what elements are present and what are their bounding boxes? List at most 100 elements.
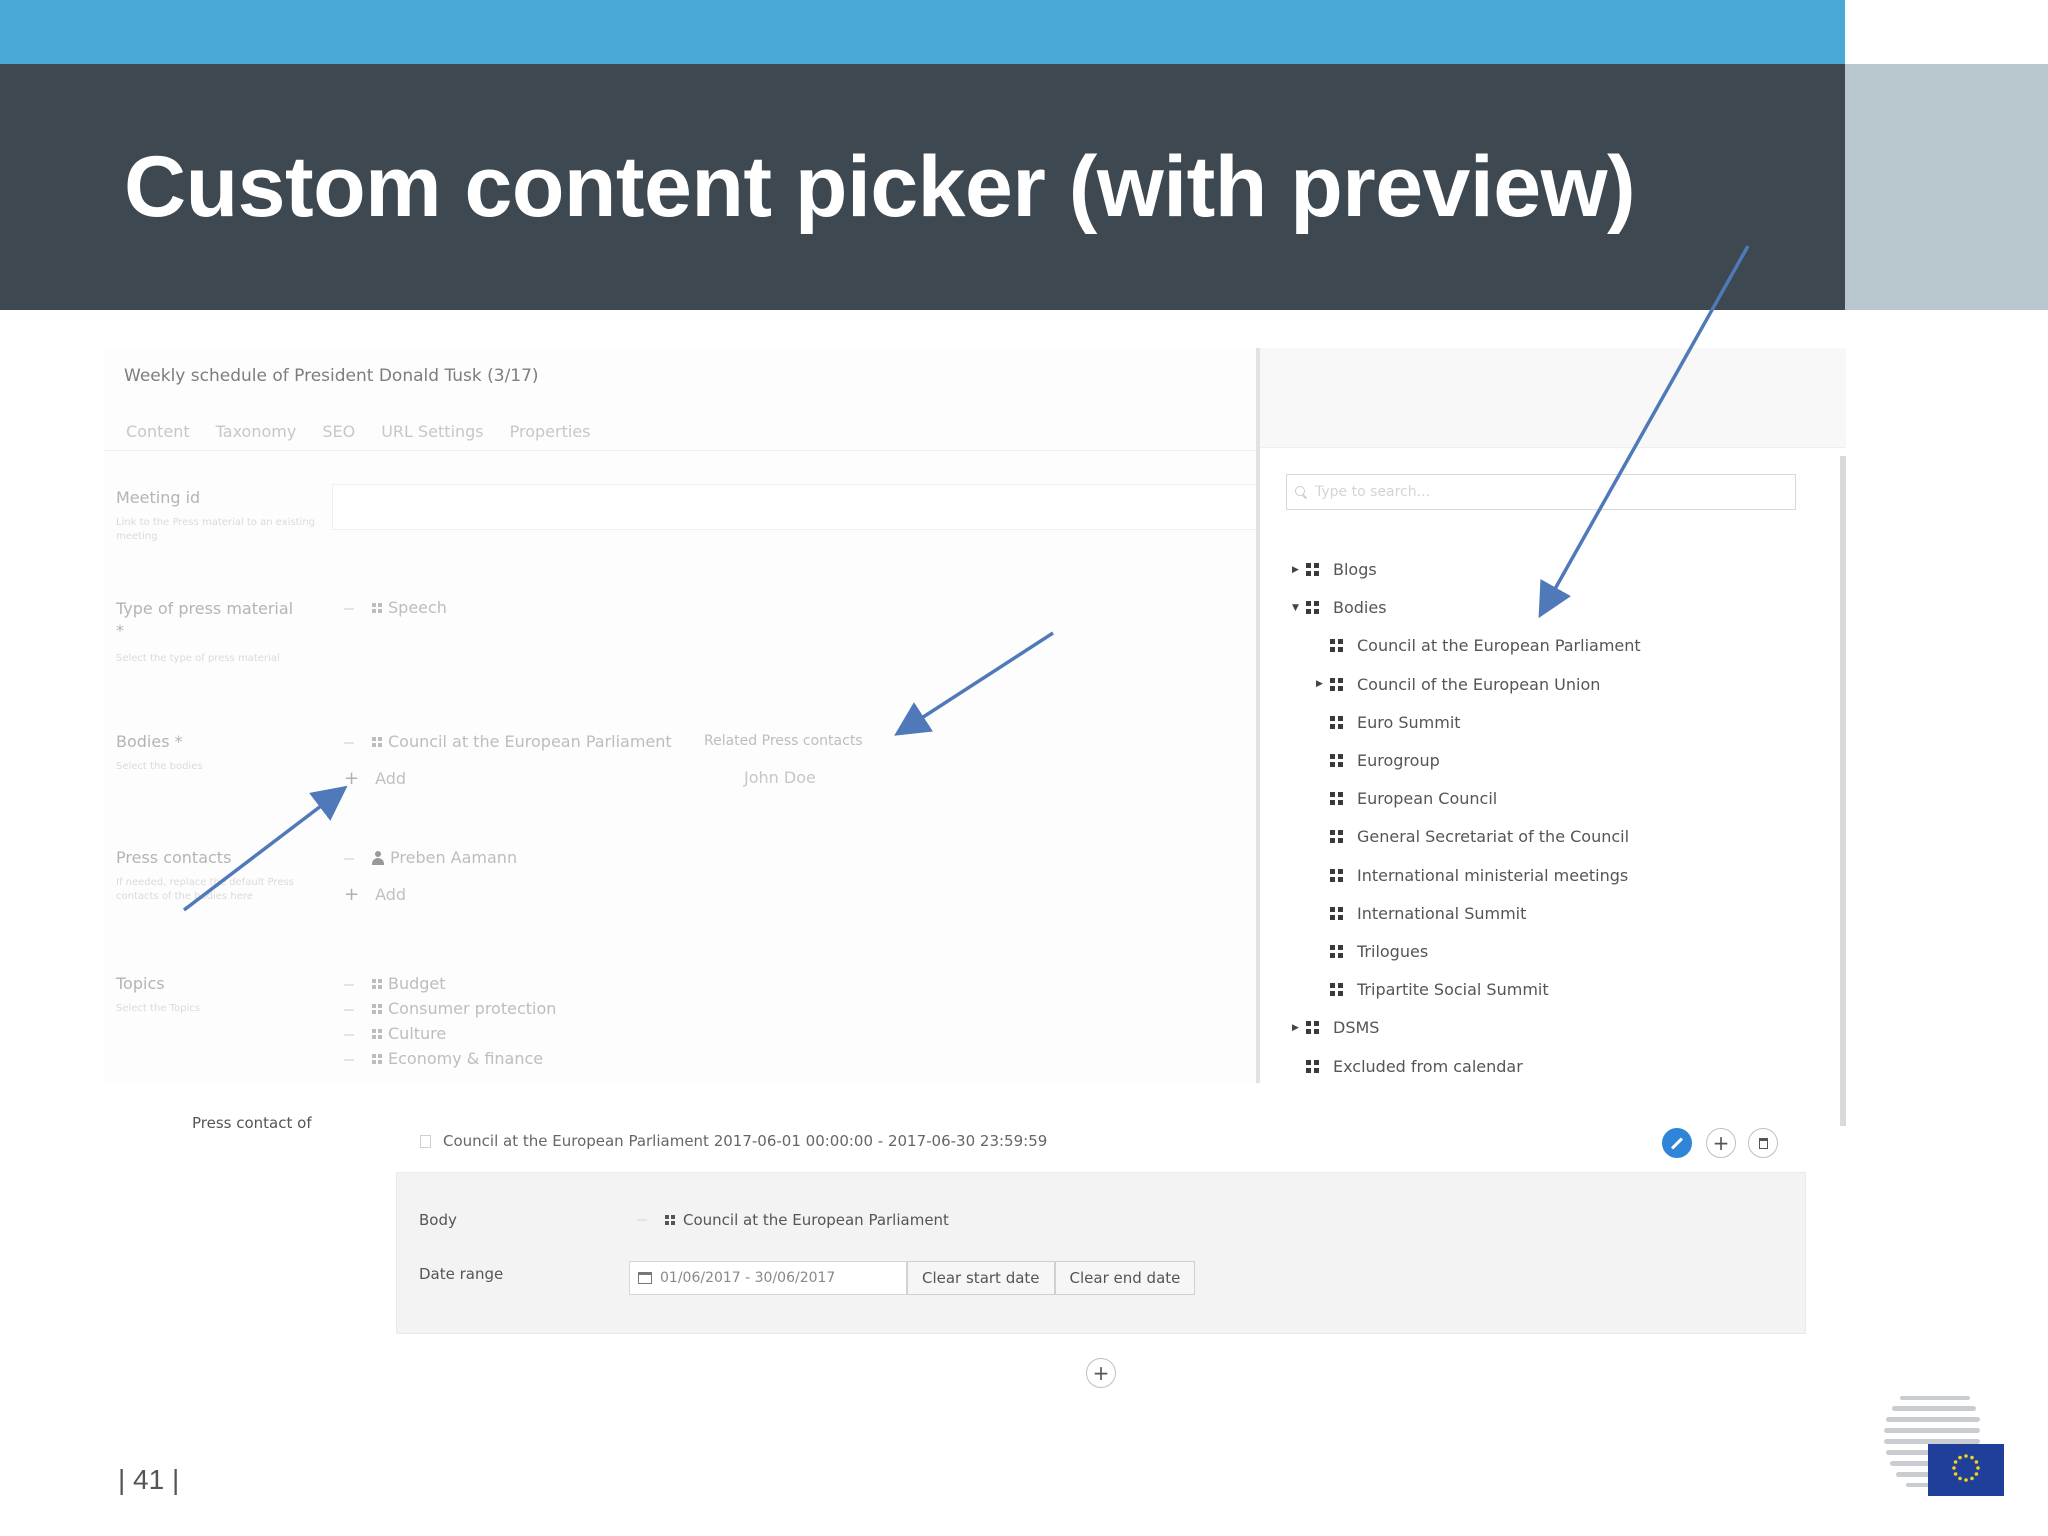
press-contacts-help: If needed, replace the default Press con…: [116, 877, 294, 902]
caret-right-icon[interactable]: ▶: [1292, 1023, 1306, 1033]
tree-item-label: Council of the European Union: [1357, 674, 1601, 694]
content-grid-icon: [665, 1215, 675, 1225]
clear-end-date-button[interactable]: Clear end date: [1054, 1261, 1196, 1295]
page-number: | 41 |: [118, 1464, 180, 1495]
eu-flag-icon: [1928, 1444, 2004, 1496]
press-type-help: Select the type of press material: [116, 653, 280, 664]
meeting-id-label: Meeting id: [116, 488, 201, 507]
content-grid-icon: [1330, 715, 1343, 729]
delete-button[interactable]: [1748, 1128, 1778, 1158]
topics-help: Select the Topics: [116, 1003, 200, 1014]
topic-item: Economy & finance: [372, 1049, 543, 1068]
bodies-help: Select the bodies: [116, 761, 203, 772]
remove-press-contact[interactable]: [344, 858, 354, 860]
picker-header: [1260, 348, 1846, 448]
tree-item-label: Trilogues: [1357, 942, 1429, 961]
content-grid-icon: [1330, 983, 1343, 997]
tree-item[interactable]: Eurogroup: [1316, 751, 1440, 770]
cms-editor: Weekly schedule of President Donald Tusk…: [104, 348, 1264, 1083]
tab-seo[interactable]: SEO: [322, 422, 355, 441]
content-grid-icon: [372, 736, 382, 747]
plus-icon: +: [344, 768, 360, 789]
date-range-input[interactable]: 01/06/2017 - 30/06/2017: [629, 1261, 907, 1295]
tree-item-label: DSMS: [1333, 1018, 1380, 1038]
tree-item[interactable]: ▶ DSMS: [1292, 1018, 1379, 1037]
tree-item-label: Tripartite Social Summit: [1357, 980, 1549, 1000]
bodies-value: Council at the European Parliament: [372, 732, 672, 751]
add-press-contact-link[interactable]: + Add: [344, 884, 406, 905]
press-contact-of-row: Council at the European Parliament 2017-…: [420, 1132, 1047, 1150]
caret-down-icon[interactable]: ▼: [1292, 603, 1306, 613]
content-grid-icon: [1330, 677, 1343, 691]
person-icon: [372, 850, 384, 865]
date-range-group: 01/06/2017 - 30/06/2017 Clear start date…: [629, 1261, 1196, 1295]
content-grid-icon: [1330, 792, 1343, 806]
press-type-label: Type of press material *: [116, 599, 294, 640]
tree-item-label: Council at the European Parliament: [1357, 636, 1641, 656]
content-grid-icon: [1306, 563, 1319, 576]
picker-scrollbar[interactable]: [1840, 456, 1846, 1126]
content-grid-icon: [1306, 1021, 1319, 1035]
caret-right-icon[interactable]: ▶: [1316, 679, 1330, 689]
add-button[interactable]: +: [1706, 1128, 1736, 1158]
slide-side-block: [1845, 64, 2048, 310]
slide-title: Custom content picker (with preview): [124, 139, 1636, 235]
tree-item[interactable]: Excluded from calendar: [1292, 1057, 1523, 1076]
content-grid-icon: [372, 1028, 382, 1039]
row-checkbox[interactable]: [420, 1134, 431, 1148]
tree-item-label: Eurogroup: [1357, 751, 1440, 770]
tree-item[interactable]: International ministerial meetings: [1316, 866, 1628, 885]
tree-item-label: European Council: [1357, 789, 1498, 809]
tabs-divider: [104, 450, 1264, 451]
trash-icon: [1758, 1137, 1768, 1149]
press-contacts-label: Press contacts: [116, 848, 232, 867]
tree-item-label: Bodies: [1333, 598, 1387, 618]
tab-content[interactable]: Content: [126, 422, 190, 441]
tab-taxonomy[interactable]: Taxonomy: [216, 422, 297, 441]
remove-press-type[interactable]: [344, 608, 354, 610]
tab-properties[interactable]: Properties: [510, 422, 591, 441]
search-placeholder: Type to search...: [1315, 484, 1430, 500]
council-logo: [1884, 1396, 2004, 1496]
clear-start-date-button[interactable]: Clear start date: [907, 1261, 1055, 1295]
picker-search-input[interactable]: Type to search...: [1286, 474, 1796, 510]
tree-item-label: General Secretariat of the Council: [1357, 827, 1630, 847]
detail-body-value: Council at the European Parliament: [665, 1211, 949, 1229]
body-label: Body: [419, 1211, 457, 1229]
content-grid-icon: [1330, 868, 1343, 882]
add-item-button[interactable]: +: [1086, 1358, 1116, 1388]
press-contact-value: Preben Aamann: [372, 848, 517, 867]
editor-tabs: Content Taxonomy SEO URL Settings Proper…: [126, 422, 591, 441]
content-grid-icon: [372, 1003, 382, 1014]
tree-item-label: Blogs: [1333, 560, 1377, 579]
tree-item[interactable]: Council at the European Parliament: [1316, 636, 1641, 655]
tree-item[interactable]: Trilogues: [1316, 942, 1428, 961]
tree-item[interactable]: ▶ Blogs: [1292, 560, 1377, 579]
tree-item-label: International ministerial meetings: [1357, 865, 1629, 885]
calendar-icon: [638, 1272, 652, 1284]
tree-item[interactable]: ▶ Council of the European Union: [1316, 675, 1600, 694]
remove-detail-body[interactable]: [637, 1219, 647, 1221]
remove-topic[interactable]: [344, 1034, 354, 1036]
tree-item[interactable]: ▼ Bodies: [1292, 598, 1387, 617]
content-grid-icon: [1306, 601, 1319, 615]
plus-icon: +: [344, 884, 360, 905]
remove-topic[interactable]: [344, 1009, 354, 1011]
tab-url-settings[interactable]: URL Settings: [381, 422, 483, 441]
remove-topic[interactable]: [344, 984, 354, 986]
document-title: Weekly schedule of President Donald Tusk…: [124, 366, 539, 386]
tree-item[interactable]: Euro Summit: [1316, 713, 1461, 732]
tree-item[interactable]: Tripartite Social Summit: [1316, 980, 1549, 999]
tree-item[interactable]: General Secretariat of the Council: [1316, 827, 1629, 846]
content-grid-icon: [372, 1053, 382, 1064]
remove-body[interactable]: [344, 742, 354, 744]
caret-right-icon[interactable]: ▶: [1292, 565, 1306, 575]
add-body-link[interactable]: + Add: [344, 768, 406, 789]
meeting-id-input[interactable]: [332, 484, 1260, 530]
tree-item[interactable]: European Council: [1316, 789, 1497, 808]
meeting-id-help: Link to the Press material to an existin…: [116, 517, 316, 542]
press-contact-of-label: Press contact of: [192, 1114, 312, 1132]
edit-button[interactable]: [1662, 1128, 1692, 1158]
remove-topic[interactable]: [344, 1059, 354, 1061]
tree-item[interactable]: International Summit: [1316, 904, 1526, 923]
